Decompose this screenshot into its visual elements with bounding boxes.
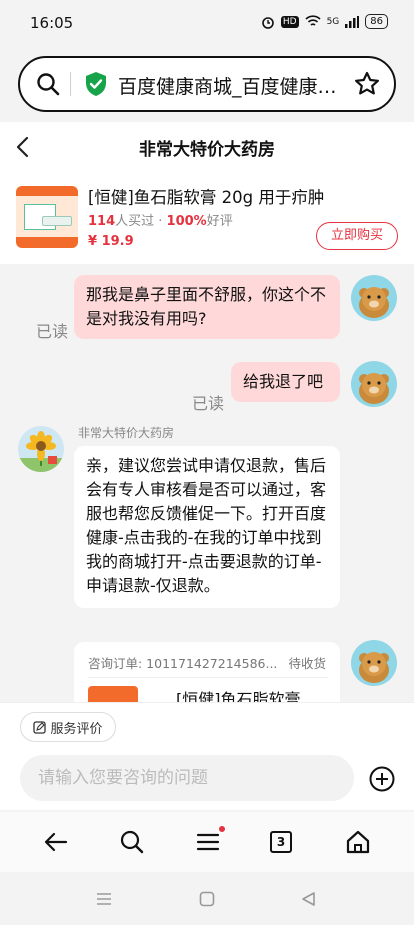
order-status: 待收货 bbox=[288, 656, 326, 671]
address-divider bbox=[70, 72, 71, 96]
message-bubble-user[interactable]: 那我是鼻子里面不舒服，你这个不是对我没有用吗? bbox=[74, 275, 340, 339]
product-title[interactable]: [恒健]鱼石脂软膏 20g 用于疖肿 bbox=[88, 184, 408, 208]
search-icon[interactable] bbox=[118, 828, 146, 856]
rating-suffix: 好评 bbox=[206, 214, 233, 229]
user-avatar[interactable] bbox=[351, 640, 397, 686]
product-card[interactable]: [恒健]鱼石脂软膏 20g 用于疖肿 114人买过 · 100%好评 ¥ 19.… bbox=[0, 172, 414, 264]
back-triangle-icon[interactable] bbox=[300, 891, 316, 907]
browser-toolbar: 3 bbox=[0, 812, 414, 872]
chat-header: 非常大特价大药房 bbox=[0, 122, 414, 172]
home-square-icon[interactable] bbox=[199, 891, 215, 907]
buyers-suffix: 人买过 · bbox=[115, 214, 167, 229]
alarm-icon bbox=[262, 16, 274, 29]
order-product-title: [恒健]鱼石脂软膏 bbox=[176, 690, 301, 702]
product-stats: 114人买过 · 100%好评 bbox=[88, 210, 233, 229]
edit-icon bbox=[33, 720, 47, 734]
menu-icon bbox=[196, 833, 220, 851]
hd-badge: HD bbox=[280, 15, 299, 28]
battery-indicator: 86 bbox=[365, 14, 388, 29]
bookmark-star-icon[interactable] bbox=[354, 71, 380, 97]
address-bar[interactable]: 百度健康商城_百度健康商城 bbox=[18, 56, 396, 112]
rating-value: 100% bbox=[166, 214, 207, 229]
page-title: 非常大特价大药房 bbox=[139, 140, 275, 160]
search-icon[interactable] bbox=[36, 72, 60, 96]
message-bubble-user[interactable]: 给我退了吧 bbox=[231, 362, 340, 402]
order-product-image bbox=[88, 686, 138, 702]
product-image[interactable] bbox=[16, 186, 78, 248]
service-review-button[interactable]: 服务评价 bbox=[20, 712, 116, 742]
read-status: 已读 bbox=[36, 322, 69, 341]
buy-now-button[interactable]: 立即购买 bbox=[316, 222, 398, 250]
order-divider bbox=[88, 677, 328, 678]
home-icon[interactable] bbox=[344, 828, 372, 856]
network-label: 5G bbox=[326, 16, 340, 27]
notification-dot bbox=[219, 826, 225, 832]
order-card[interactable]: 咨询订单: 101171427214586... 待收货 [恒健]鱼石脂软膏 bbox=[74, 642, 340, 702]
sender-name: 非常大特价大药房 bbox=[78, 426, 175, 440]
recent-apps-icon[interactable] bbox=[96, 892, 112, 906]
read-status: 已读 bbox=[192, 394, 225, 413]
shop-avatar[interactable] bbox=[18, 426, 64, 472]
tabs-button[interactable]: 3 bbox=[270, 831, 292, 853]
url-text[interactable]: 百度健康商城_百度健康商城 bbox=[118, 72, 348, 99]
service-review-label: 服务评价 bbox=[50, 721, 103, 737]
status-bar: 16:05 HD 5G 86 bbox=[0, 0, 414, 46]
message-input[interactable] bbox=[20, 755, 354, 801]
system-navigation bbox=[0, 872, 414, 925]
wifi-icon bbox=[305, 15, 321, 26]
secure-shield-icon[interactable] bbox=[84, 71, 108, 97]
product-price: ¥ 19.9 bbox=[88, 234, 134, 249]
menu-button[interactable] bbox=[194, 826, 225, 856]
status-icons: HD 5G 86 bbox=[261, 14, 388, 29]
status-time: 16:05 bbox=[30, 14, 74, 32]
chat-input-area: 服务评价 bbox=[0, 702, 414, 810]
buyers-count: 114 bbox=[88, 214, 116, 229]
back-icon[interactable] bbox=[42, 828, 70, 856]
order-number: 咨询订单: 101171427214586... bbox=[88, 656, 278, 671]
signal-icon bbox=[345, 15, 360, 28]
add-plus-icon[interactable] bbox=[368, 765, 396, 793]
user-avatar[interactable] bbox=[351, 275, 397, 321]
message-bubble-shop[interactable]: 亲，建议您尝试申请仅退款，售后会有专人审核看是否可以通过，客服也帮您反馈催促一下… bbox=[74, 446, 340, 608]
user-avatar[interactable] bbox=[351, 361, 397, 407]
